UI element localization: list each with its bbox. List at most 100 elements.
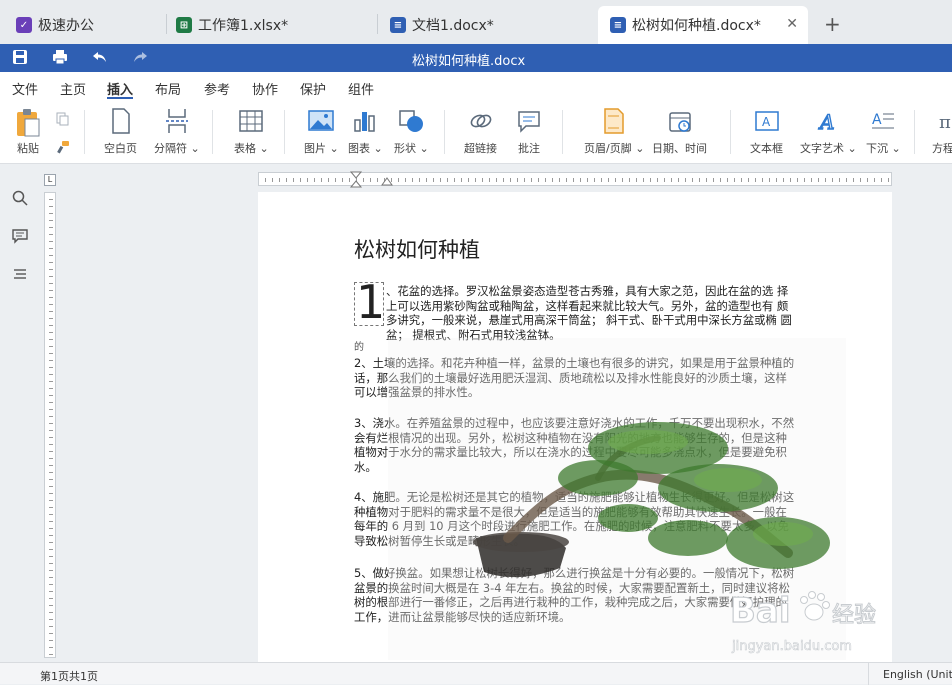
- paragraph-3[interactable]: 3、浇水。在养殖盆景的过程中，也应该要注意好浇水的工作，千万不要出现积水，不然会…: [354, 416, 798, 474]
- hyperlink-label: 超链接: [464, 142, 497, 155]
- paragraph-2[interactable]: 2、土壤的选择。和花卉种植一样，盆景的土壤也有很多的讲究，如果是用于盆景种植的话…: [354, 356, 798, 400]
- page-break-button[interactable]: 分隔符 ⌄: [154, 108, 200, 156]
- image-button[interactable]: 图片 ⌄: [304, 108, 339, 156]
- menu-plugins[interactable]: 组件: [348, 79, 374, 98]
- paragraph-4[interactable]: 4、施肥。无论是松树还是其它的植物，适当的施肥能够让植物生长得更好。但是松树这种…: [354, 490, 798, 548]
- page-break-label: 分隔符 ⌄: [154, 140, 200, 156]
- tab-label: 极速办公: [38, 18, 94, 34]
- search-icon[interactable]: [12, 190, 28, 206]
- left-indent-marker-icon[interactable]: [381, 177, 393, 187]
- dropcap-letter[interactable]: 1: [356, 278, 385, 326]
- chart-icon: [354, 112, 376, 132]
- wordart-icon: A: [818, 109, 836, 134]
- menu-bar: 文件 主页 插入 布局 参考 协作 保护 组件: [0, 72, 952, 100]
- menu-references[interactable]: 参考: [204, 79, 230, 98]
- blank-page-button[interactable]: 空白页: [104, 108, 137, 156]
- ribbon-divider: [284, 110, 285, 154]
- formula-icon: π: [939, 112, 951, 133]
- document-icon: ≡: [610, 17, 626, 33]
- comments-icon[interactable]: [12, 228, 28, 244]
- image-label: 图片 ⌄: [304, 140, 339, 156]
- link-icon: [470, 114, 491, 128]
- menu-protect[interactable]: 保护: [300, 79, 326, 98]
- chevron-down-icon: ⌄: [419, 142, 429, 155]
- new-tab-icon[interactable]: +: [824, 12, 841, 36]
- menu-file[interactable]: 文件: [12, 79, 38, 98]
- ribbon-divider: [444, 110, 445, 154]
- shape-icon: [399, 110, 424, 132]
- page-count: 第1页共1页: [40, 670, 98, 683]
- indent-marker-icon[interactable]: [349, 171, 363, 189]
- calendar-icon: [668, 112, 691, 132]
- paste-label: 粘贴: [17, 142, 39, 155]
- paste-button[interactable]: 粘贴: [14, 108, 42, 156]
- dropcap-button[interactable]: A 下沉 ⌄: [866, 108, 901, 156]
- chart-label: 图表 ⌄: [348, 140, 383, 156]
- status-bar: 第1页共1页 English (United States): [0, 662, 952, 685]
- tab-label: 文档1.docx*: [412, 18, 494, 34]
- chevron-down-icon: ⌄: [847, 142, 857, 155]
- document-page[interactable]: 松树如何种植 1 、花盆的选择。罗汉松盆景姿态造型苍古秀雅，具有大家之范，因此在…: [258, 192, 892, 662]
- navigation-icon[interactable]: [12, 266, 28, 282]
- paragraph-1[interactable]: 、花盆的选择。罗汉松盆景姿态造型苍古秀雅，具有大家之范，因此在盆的选 择上可以选…: [386, 284, 798, 342]
- paragraph-5[interactable]: 5、做好换盆。如果想让松树长得好，那么进行换盆是十分有必要的。一般情况下，松树盆…: [354, 566, 798, 624]
- tab-stop-selector[interactable]: L: [44, 174, 56, 186]
- menu-insert[interactable]: 插入: [107, 79, 133, 98]
- header-footer-button[interactable]: 页眉/页脚 ⌄: [584, 108, 644, 156]
- blank-page-label: 空白页: [104, 142, 137, 155]
- menu-collaborate[interactable]: 协作: [252, 79, 278, 98]
- table-text: 表格: [234, 142, 256, 155]
- chevron-down-icon: ⌄: [190, 142, 200, 155]
- tab-home[interactable]: ✓ 极速办公: [4, 6, 164, 44]
- copy-icon[interactable]: [56, 112, 70, 129]
- chevron-down-icon: ⌄: [891, 142, 901, 155]
- left-side-panel: [0, 172, 40, 660]
- active-menu-indicator: [107, 97, 133, 99]
- paragraph-1-tail[interactable]: 的: [354, 338, 364, 353]
- tab-active-document[interactable]: ≡ 松树如何种植.docx* ✕: [598, 6, 808, 44]
- ribbon-toolbar: 粘贴 空白页 分隔符 ⌄ 表格 ⌄ 图片 ⌄ 图表 ⌄ 形状 ⌄ 超链接 批注: [0, 100, 952, 164]
- table-icon: [239, 110, 264, 132]
- clipboard-icon: [17, 109, 40, 137]
- menu-layout[interactable]: 布局: [155, 79, 181, 98]
- tab-workbook[interactable]: ⊞ 工作簿1.xlsx*: [164, 6, 374, 44]
- chevron-down-icon: ⌄: [259, 142, 269, 155]
- vertical-ruler[interactable]: [44, 192, 56, 658]
- comment-label: 批注: [518, 142, 540, 155]
- datetime-button[interactable]: 日期、时间: [652, 108, 707, 156]
- textbox-button[interactable]: A 文本框: [750, 108, 783, 156]
- wordart-button[interactable]: A 文字艺术 ⌄: [800, 108, 857, 156]
- menu-home[interactable]: 主页: [60, 79, 86, 98]
- chevron-down-icon: ⌄: [373, 142, 383, 155]
- tab-document1[interactable]: ≡ 文档1.docx*: [378, 6, 592, 44]
- svg-text:A: A: [872, 112, 882, 128]
- comment-button[interactable]: 批注: [516, 108, 542, 156]
- comment-icon: [518, 111, 540, 133]
- document-heading[interactable]: 松树如何种植: [354, 234, 480, 264]
- ribbon-divider: [730, 110, 731, 154]
- close-icon[interactable]: ✕: [786, 16, 798, 32]
- blank-page-icon: [111, 108, 130, 134]
- header-footer-label: 页眉/页脚 ⌄: [584, 140, 644, 156]
- language-selector[interactable]: English (United States): [868, 663, 952, 685]
- spreadsheet-icon: ⊞: [176, 17, 192, 33]
- horizontal-ruler[interactable]: [258, 171, 892, 189]
- chart-button[interactable]: 图表 ⌄: [348, 108, 383, 156]
- hyperlink-button[interactable]: 超链接: [464, 108, 497, 156]
- ribbon-divider: [84, 110, 85, 154]
- table-button[interactable]: 表格 ⌄: [234, 108, 269, 156]
- tab-label: 工作簿1.xlsx*: [198, 18, 289, 34]
- page-break-text: 分隔符: [154, 142, 187, 155]
- title-bar: 松树如何种植.docx: [0, 44, 952, 72]
- ruler-ticks: [45, 193, 55, 657]
- shape-button[interactable]: 形状 ⌄: [394, 108, 429, 156]
- tab-bar: ✓ 极速办公 ⊞ 工作簿1.xlsx* ≡ 文档1.docx* ≡ 松树如何种植…: [0, 0, 952, 44]
- page-break-icon: [165, 109, 188, 133]
- window-title: 松树如何种植.docx: [412, 54, 526, 69]
- svg-text:A: A: [762, 115, 771, 129]
- formula-button[interactable]: π 方程: [932, 108, 952, 156]
- table-label: 表格 ⌄: [234, 140, 269, 156]
- datetime-label: 日期、时间: [652, 142, 707, 155]
- app-logo-icon: ✓: [16, 17, 32, 33]
- format-painter-icon[interactable]: [56, 140, 70, 157]
